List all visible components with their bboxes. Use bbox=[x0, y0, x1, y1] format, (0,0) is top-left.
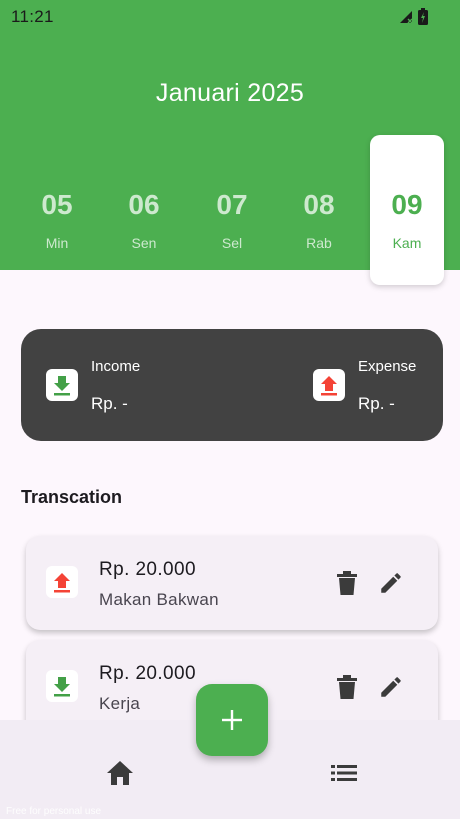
delete-button[interactable] bbox=[333, 673, 361, 701]
upload-icon bbox=[46, 566, 78, 598]
pencil-icon bbox=[381, 677, 401, 697]
day-item-05[interactable]: 05 Min bbox=[20, 135, 94, 285]
list-icon bbox=[331, 765, 357, 781]
income-label: Income bbox=[91, 358, 141, 375]
day-number: 08 bbox=[303, 189, 335, 220]
day-number: 06 bbox=[128, 189, 160, 220]
transaction-amount: Rp. 20.000 bbox=[99, 663, 196, 684]
trash-icon bbox=[337, 571, 357, 595]
edit-button[interactable] bbox=[377, 673, 405, 701]
battery-icon bbox=[418, 8, 428, 25]
plus-icon bbox=[222, 710, 242, 730]
income-value: Rp. - bbox=[91, 394, 128, 413]
transaction-amount: Rp. 20.000 bbox=[99, 559, 196, 580]
status-icons bbox=[399, 8, 428, 25]
add-transaction-button[interactable] bbox=[196, 684, 268, 756]
day-number: 07 bbox=[216, 189, 248, 220]
day-name: Sen bbox=[131, 235, 157, 251]
home-icon bbox=[107, 761, 133, 785]
balance-summary-card: Income Rp. - Expense Rp. - bbox=[21, 329, 443, 441]
expense-label: Expense bbox=[358, 358, 417, 375]
day-name: Rab bbox=[306, 235, 332, 251]
day-item-09-selected[interactable]: 09 Kam bbox=[370, 135, 444, 285]
download-icon bbox=[46, 369, 78, 401]
signal-icon bbox=[400, 10, 413, 23]
delete-button[interactable] bbox=[333, 569, 361, 597]
upload-icon bbox=[313, 369, 345, 401]
day-name: Sel bbox=[221, 235, 243, 251]
watermark: Free for personal use bbox=[6, 806, 102, 817]
day-item-08[interactable]: 08 Rab bbox=[282, 135, 356, 285]
transaction-note: Makan Bakwan bbox=[99, 590, 219, 609]
transaction-card[interactable]: Rp. 20.000 Makan Bakwan bbox=[26, 536, 438, 630]
edit-button[interactable] bbox=[377, 569, 405, 597]
month-title: Januari 2025 bbox=[155, 79, 305, 107]
day-item-06[interactable]: 06 Sen bbox=[107, 135, 181, 285]
day-number: 05 bbox=[41, 189, 73, 220]
expense-value: Rp. - bbox=[358, 394, 395, 413]
status-time: 11:21 bbox=[11, 7, 54, 26]
trash-icon bbox=[337, 675, 357, 699]
nav-list-button[interactable] bbox=[322, 758, 366, 788]
download-icon bbox=[46, 670, 78, 702]
day-number: 09 bbox=[391, 189, 423, 220]
app-screen: 11:21 Januari 2025 05 Min 06 Sen 07 Sel … bbox=[0, 0, 460, 819]
transaction-note: Kerja bbox=[99, 694, 141, 713]
pencil-icon bbox=[381, 573, 401, 593]
nav-home-button[interactable] bbox=[98, 758, 142, 788]
day-name: Kam bbox=[392, 235, 422, 251]
day-name: Min bbox=[45, 235, 69, 251]
status-bar: 11:21 bbox=[0, 0, 460, 32]
day-item-07[interactable]: 07 Sel bbox=[195, 135, 269, 285]
transactions-title: Transcation bbox=[21, 487, 123, 507]
